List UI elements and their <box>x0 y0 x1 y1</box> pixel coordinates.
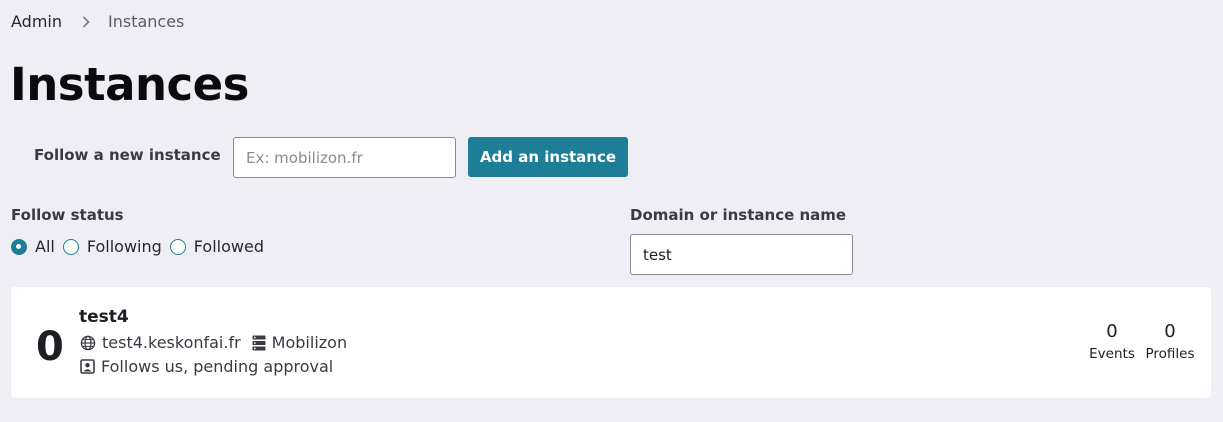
instance-card[interactable]: 0 test4 test4.keskonfai.fr Mobilizon Fol… <box>11 287 1211 398</box>
instance-domain: test4.keskonfai.fr <box>80 333 241 352</box>
domain-filter-label: Domain or instance name <box>630 206 847 224</box>
radio-following[interactable]: Following <box>62 237 162 256</box>
instance-software-text: Mobilizon <box>271 333 348 352</box>
events-count: 0 <box>1106 321 1118 342</box>
page-title: Instances <box>10 58 249 111</box>
breadcrumb-current[interactable]: Instances <box>108 12 184 31</box>
server-icon <box>252 335 266 350</box>
radio-all-indicator[interactable] <box>11 238 27 255</box>
chevron-right-icon <box>82 15 90 28</box>
instance-software: Mobilizon <box>252 333 347 352</box>
follow-instance-label: Follow a new instance <box>34 146 221 164</box>
radio-followed-indicator[interactable] <box>169 238 186 255</box>
follow-status-radio-group: All Following Followed <box>11 237 272 256</box>
account-pending-icon <box>80 359 95 374</box>
follow-instance-input[interactable] <box>233 137 456 178</box>
profiles-label: Profiles <box>1145 346 1195 362</box>
radio-following-indicator[interactable] <box>62 238 79 255</box>
radio-followed-label: Followed <box>193 237 264 256</box>
instance-profiles-stat: 0 Profiles <box>1143 321 1197 363</box>
instance-follow-status-text: Follows us, pending approval <box>101 357 334 376</box>
follow-status-label: Follow status <box>11 206 124 224</box>
instance-follow-status: Follows us, pending approval <box>80 357 333 376</box>
radio-all-label: All <box>35 237 55 256</box>
radio-all[interactable]: All <box>11 237 55 256</box>
instance-meta: test4.keskonfai.fr Mobilizon <box>80 333 358 352</box>
instance-count: 0 <box>36 324 64 370</box>
instance-domain-text: test4.keskonfai.fr <box>102 333 241 352</box>
add-instance-button[interactable]: Add an instance <box>468 137 628 177</box>
radio-followed[interactable]: Followed <box>169 237 264 256</box>
instance-events-stat: 0 Events <box>1089 321 1135 363</box>
events-label: Events <box>1089 346 1135 362</box>
profiles-count: 0 <box>1164 321 1176 342</box>
globe-icon <box>80 335 96 350</box>
radio-following-label: Following <box>86 237 162 256</box>
breadcrumb-admin-link[interactable]: Admin <box>11 12 62 31</box>
domain-filter-input[interactable] <box>630 234 853 275</box>
instance-name[interactable]: test4 <box>79 307 129 327</box>
breadcrumb: Admin Instances <box>11 12 184 31</box>
